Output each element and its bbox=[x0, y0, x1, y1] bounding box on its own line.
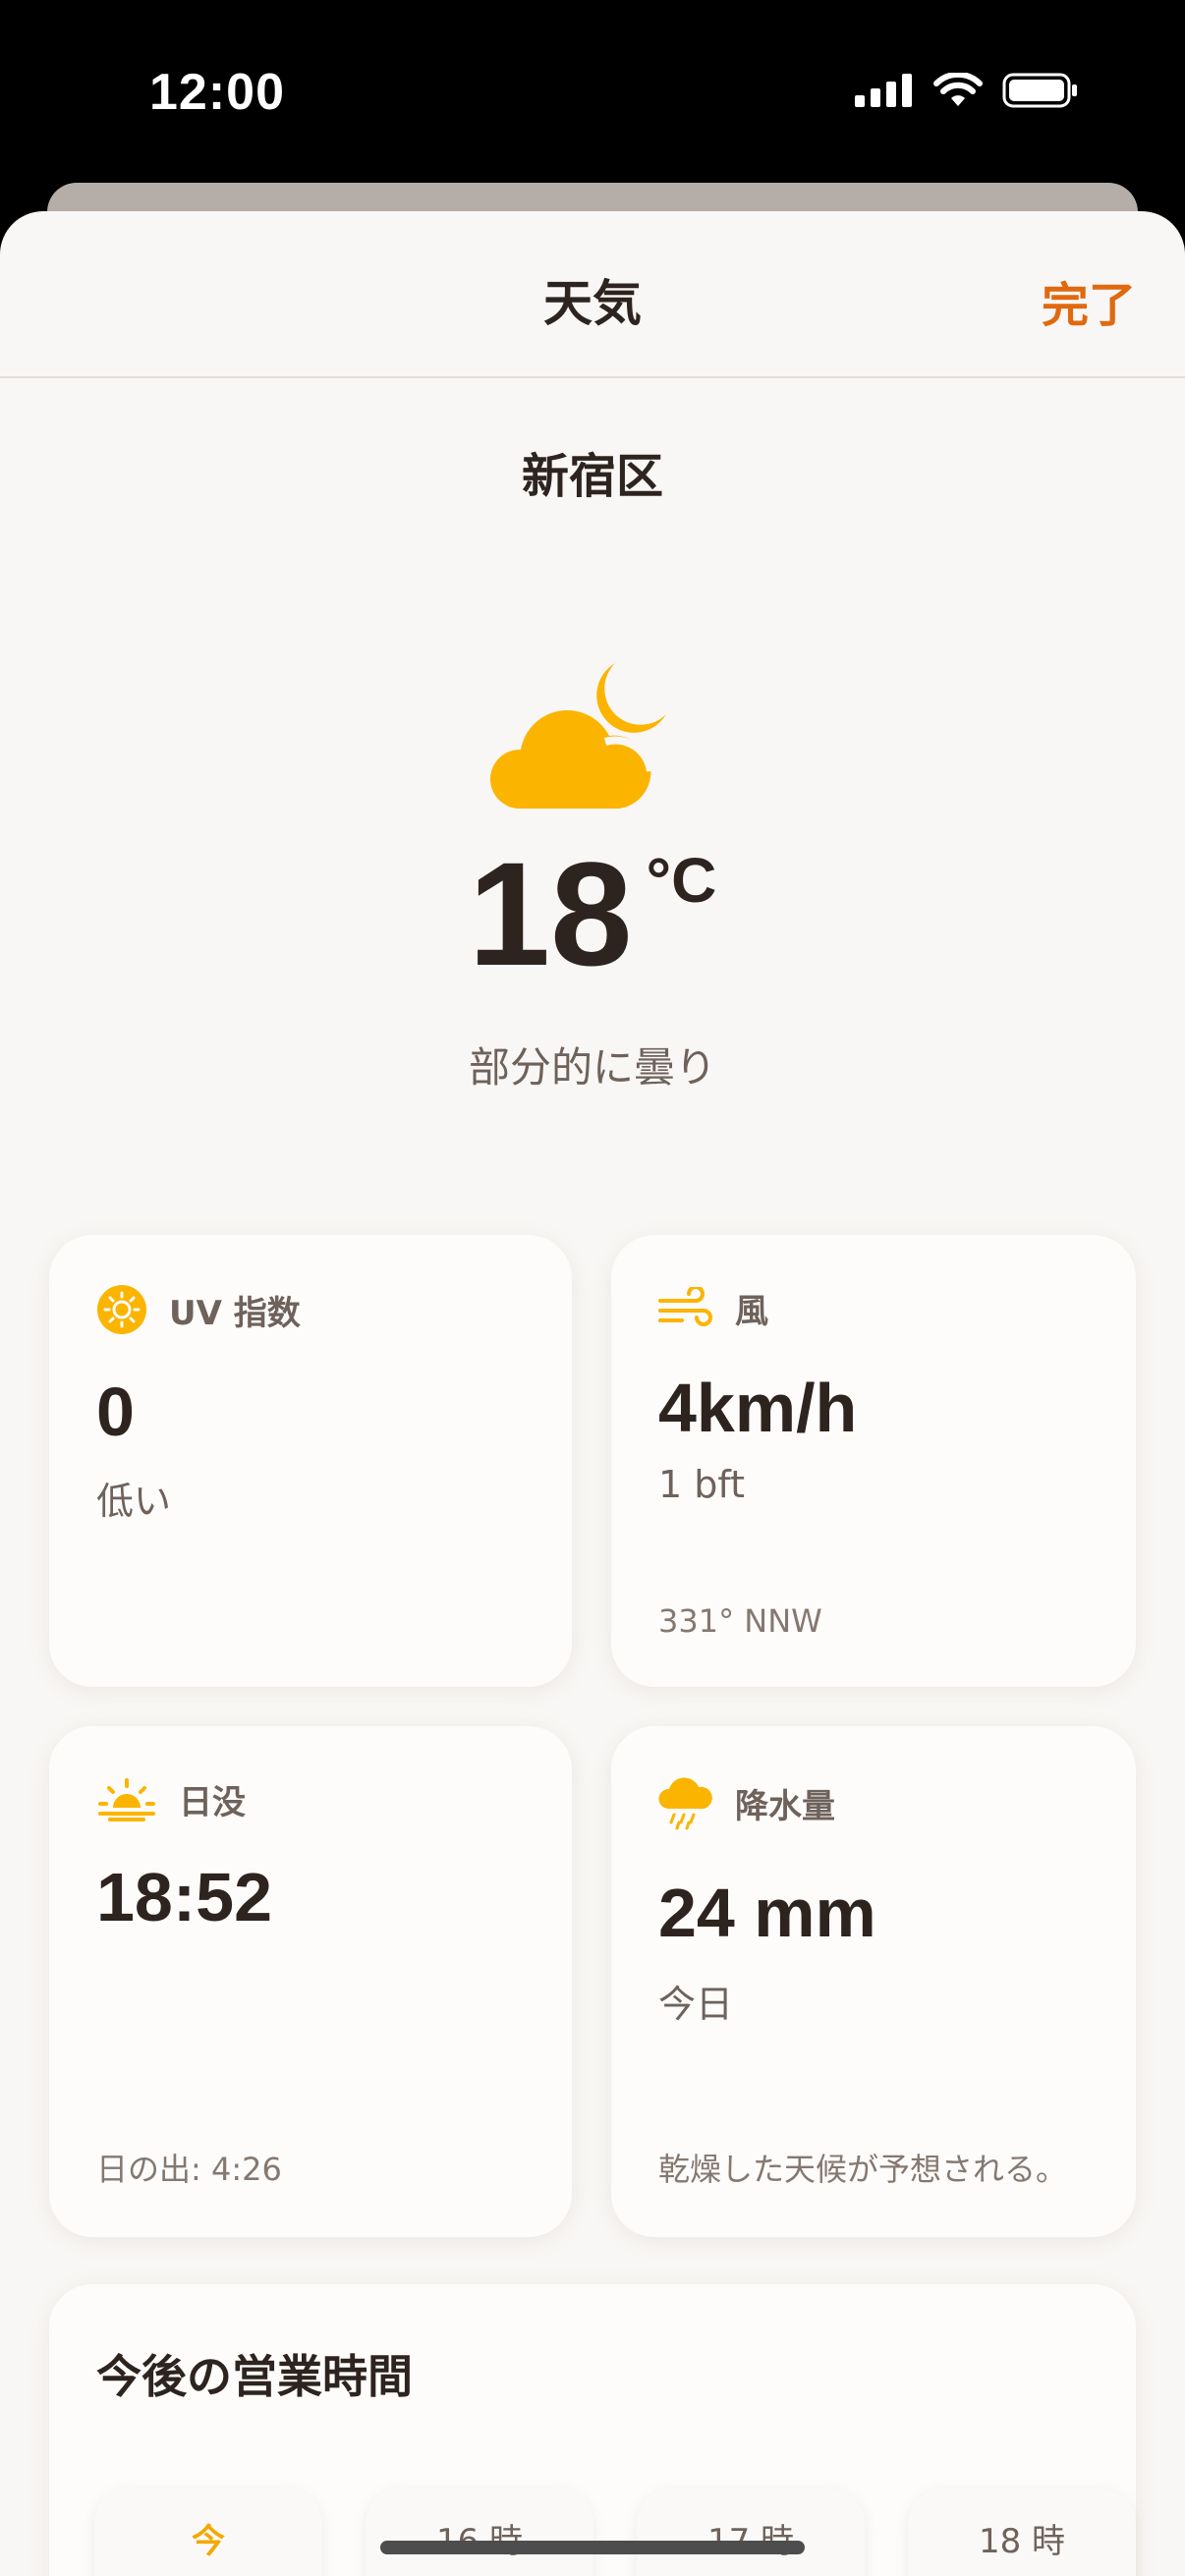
sunset-card: 日没 18:52 日の出: 4:26 bbox=[49, 1726, 572, 2237]
uv-card-header: UV 指数 bbox=[96, 1284, 301, 1335]
partly-cloudy-night-icon bbox=[490, 663, 666, 809]
temperature: 18 °C bbox=[0, 840, 1185, 987]
nav-title: 天気 bbox=[543, 275, 642, 332]
hour-label: 今 bbox=[192, 2522, 225, 2561]
precipitation-note: 乾燥した天候が予想される。 bbox=[658, 2151, 1068, 2188]
precipitation-period: 今日 bbox=[658, 1983, 734, 2026]
temperature-unit: °C bbox=[646, 845, 717, 916]
sun-icon bbox=[97, 1285, 146, 1334]
wind-direction: 331° NNW bbox=[658, 1602, 822, 1640]
hourly-forecast-card: 今後の営業時間 今 16 時 17 時 18 時 bbox=[49, 2284, 1136, 2576]
status-icons bbox=[855, 73, 1079, 108]
hour-label: 18 時 bbox=[978, 2522, 1066, 2561]
wind-icon bbox=[658, 1286, 712, 1326]
wind-speed: 4km/h bbox=[658, 1370, 858, 1446]
wind-card: 風 4km/h 1 bft 331° NNW bbox=[611, 1235, 1136, 1687]
hour-item[interactable]: 18 時 bbox=[908, 2489, 1136, 2576]
uv-value: 0 bbox=[96, 1373, 135, 1450]
temperature-value: 18 bbox=[468, 831, 633, 996]
weather-sheet: 天気 完了 新宿区 18 °C 部分的に曇り UV 指数 0 低い 風 4km/… bbox=[0, 211, 1185, 2576]
battery-icon bbox=[1002, 73, 1077, 108]
hour-item[interactable]: 16 時 bbox=[366, 2489, 593, 2576]
wind-label: 風 bbox=[735, 1292, 768, 1331]
sunset-time: 18:52 bbox=[96, 1859, 273, 1935]
sunset-card-header: 日没 bbox=[96, 1775, 246, 1823]
nav-bar: 天気 完了 bbox=[0, 211, 1185, 378]
precipitation-card-header: 降水量 bbox=[658, 1775, 835, 1830]
hour-item-now[interactable]: 今 bbox=[94, 2489, 322, 2576]
signal-icon bbox=[855, 74, 912, 107]
phone-screen: 12:00 天気 完了 新宿区 18 °C 部分的に曇り UV 指数 0 低い … bbox=[0, 0, 1185, 2576]
wind-beaufort: 1 bft bbox=[658, 1463, 745, 1506]
hour-label: 16 時 bbox=[366, 2514, 593, 2562]
status-time: 12:00 bbox=[149, 64, 285, 121]
precipitation-card: 降水量 24 mm 今日 乾燥した天候が予想される。 bbox=[611, 1726, 1136, 2237]
uv-level: 低い bbox=[96, 1480, 172, 1523]
hour-label: 17 時 bbox=[637, 2514, 865, 2562]
uv-label: UV 指数 bbox=[169, 1293, 301, 1333]
rain-cloud-icon bbox=[658, 1777, 712, 1830]
sunrise-time: 日の出: 4:26 bbox=[96, 2151, 282, 2188]
hourly-title: 今後の営業時間 bbox=[96, 2350, 413, 2403]
wifi-icon bbox=[933, 73, 983, 106]
status-bar: 12:00 bbox=[0, 0, 1185, 187]
precipitation-amount: 24 mm bbox=[658, 1875, 876, 1951]
done-button[interactable]: 完了 bbox=[1042, 266, 1136, 335]
hour-item[interactable]: 17 時 bbox=[637, 2489, 865, 2576]
location-name: 新宿区 bbox=[521, 449, 663, 504]
home-indicator[interactable] bbox=[380, 2541, 805, 2554]
wind-card-header: 風 bbox=[658, 1284, 768, 1332]
uv-card: UV 指数 0 低い bbox=[49, 1235, 572, 1687]
condition-text: 部分的に曇り bbox=[468, 1043, 716, 1092]
sunset-label: 日没 bbox=[179, 1783, 246, 1822]
sunset-icon bbox=[98, 1777, 155, 1821]
precipitation-label: 降水量 bbox=[735, 1786, 835, 1826]
